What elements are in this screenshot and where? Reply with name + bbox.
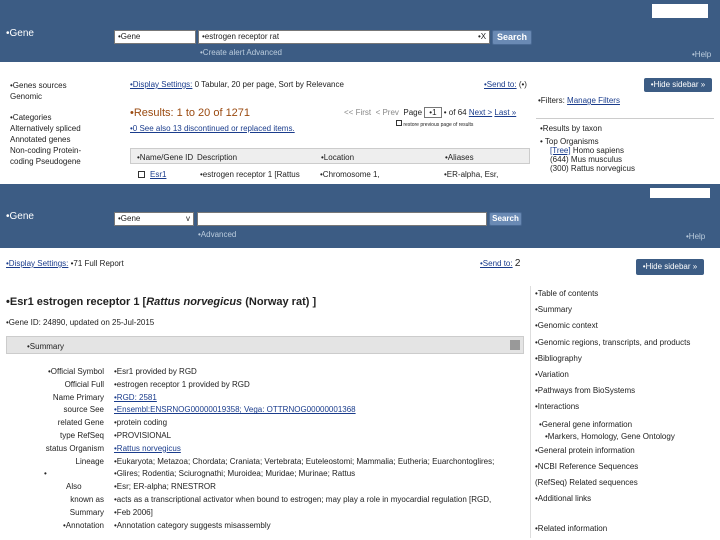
ensembl-link[interactable]: •Ensembl:ENSRNOG00000019358; Vega: OTTRN… bbox=[114, 404, 528, 417]
col-name[interactable]: •Name/Gene ID bbox=[137, 153, 193, 162]
last-page-link[interactable]: Last » bbox=[494, 108, 516, 117]
results-by-taxon-box: •Results by taxon • Top Organisms [Tree]… bbox=[536, 118, 714, 184]
toc-item[interactable]: •Related information bbox=[531, 521, 718, 537]
top-db-label: •Gene bbox=[6, 28, 34, 39]
row-checkbox[interactable] bbox=[138, 171, 145, 178]
summary-labels: •Official Symbol Official Full Name Prim… bbox=[44, 367, 104, 530]
see-also-link[interactable]: •0 See also 13 discontinued or replaced … bbox=[130, 124, 295, 133]
summary-values: •Esr1 provided by RGD •estrogen receptor… bbox=[114, 366, 528, 532]
top-clear-icon[interactable]: •X bbox=[478, 32, 486, 41]
taxon-item[interactable]: [Tree] Homo sapiens bbox=[536, 146, 714, 155]
bottom-db-select[interactable]: •Gene v bbox=[114, 212, 194, 226]
toc-item[interactable]: •General protein information bbox=[531, 443, 718, 459]
bottom-right-box bbox=[650, 188, 710, 198]
restore-checkbox[interactable] bbox=[396, 120, 402, 126]
bottom-help-link[interactable]: •Help bbox=[686, 232, 705, 241]
gene-id: •Gene ID: 24890, updated on 25-Jul-2015 bbox=[6, 318, 155, 327]
rgd-link[interactable]: •RGD: 2581 bbox=[114, 392, 528, 405]
bottom-hide-sidebar-button[interactable]: •Hide sidebar » bbox=[636, 259, 704, 275]
gene-name-link[interactable]: Esr1 bbox=[150, 170, 166, 179]
collapse-icon[interactable] bbox=[510, 340, 520, 350]
lineage-value-2: •Glires; Rodentia; Sciurognathi; Muroide… bbox=[114, 469, 356, 479]
table-row: Esr1 •estrogen receptor 1 [Rattus •Chrom… bbox=[130, 170, 530, 182]
top-help-link[interactable]: •Help bbox=[692, 50, 711, 59]
create-alert-link[interactable]: •Create alert bbox=[200, 48, 245, 57]
gene-title: •Esr1 estrogen receptor 1 [Rattus norveg… bbox=[6, 296, 317, 308]
top-sidebar-categories: •Categories Alternatively spliced Annota… bbox=[10, 113, 82, 166]
manage-filters-link[interactable]: Manage Filters bbox=[567, 96, 620, 105]
also-known-as-value: •Esr; ER-alpha; RNESTROR bbox=[114, 482, 216, 492]
toc-title: •Table of contents bbox=[535, 289, 599, 298]
gene-description: •estrogen receptor 1 [Rattus bbox=[200, 170, 300, 179]
bottom-db-label: •Gene bbox=[6, 211, 34, 222]
summary-header-title: •Summary bbox=[27, 342, 65, 351]
toc-item[interactable]: •Variation bbox=[531, 367, 718, 383]
restore-note: restore previous page of results bbox=[396, 120, 473, 128]
results-by-taxon-title: •Results by taxon bbox=[540, 124, 602, 133]
send-to-icon: (•) bbox=[518, 80, 527, 89]
bottom-search-input[interactable] bbox=[197, 212, 487, 226]
toc-item[interactable]: •General gene information bbox=[531, 419, 718, 431]
summary-text-2: •Feb 2006] bbox=[114, 507, 153, 517]
bottom-display-settings-link[interactable]: •Display Settings: bbox=[6, 259, 68, 268]
summary-header-bar[interactable]: •Summary bbox=[6, 336, 524, 354]
pager: << First < Prev Page •1 • of 64 Next > L… bbox=[344, 107, 517, 118]
bottom-send-to-icon: 2 bbox=[514, 258, 521, 269]
refseq-status-value: •PROVISIONAL bbox=[114, 430, 172, 440]
bottom-display-settings: •Display Settings: •71 Full Report bbox=[6, 259, 124, 268]
summary-text-1: •acts as a transcriptional activator whe… bbox=[114, 494, 492, 504]
gene-aliases: •ER-alpha, Esr, bbox=[444, 170, 499, 179]
official-full-name-value: •estrogen receptor 1 provided by RGD bbox=[114, 379, 250, 389]
next-page-link[interactable]: Next > bbox=[469, 108, 492, 117]
toc-item[interactable]: •Pathways from BioSystems bbox=[531, 383, 718, 399]
toc-item[interactable]: •Additional links bbox=[531, 491, 718, 507]
page-input[interactable]: •1 bbox=[424, 107, 442, 118]
toc-item[interactable]: •Summary bbox=[531, 302, 718, 318]
top-send-to[interactable]: •Send to: (•) bbox=[484, 80, 527, 89]
taxon-item[interactable]: (644) Mus musculus bbox=[536, 155, 714, 164]
col-description: Description bbox=[197, 153, 238, 162]
top-right-box bbox=[652, 4, 708, 18]
top-display-settings: •Display Settings: 0 Tabular, 20 per pag… bbox=[130, 80, 344, 89]
col-aliases: •Aliases bbox=[445, 153, 474, 162]
top-filters: •Filters: Manage Filters bbox=[538, 96, 620, 105]
toc-item[interactable]: (RefSeq) Related sequences bbox=[531, 475, 718, 491]
top-organisms-label: • Top Organisms bbox=[540, 137, 599, 146]
toc-item[interactable]: •Markers, Homology, Gene Ontology bbox=[531, 431, 718, 443]
gene-location: •Chromosome 1, bbox=[320, 170, 380, 179]
top-search-button[interactable]: Search bbox=[492, 30, 532, 45]
toc-item[interactable]: •NCBI Reference Sequences bbox=[531, 459, 718, 475]
prev-page-link[interactable]: < Prev bbox=[376, 108, 399, 117]
official-symbol-value: •Esr1 provided by RGD bbox=[114, 367, 197, 376]
annotation-value: •Annotation category suggests misassembl… bbox=[114, 520, 271, 530]
toc-item[interactable]: •Bibliography bbox=[531, 351, 718, 367]
bottom-search-button[interactable]: Search bbox=[489, 212, 522, 226]
top-db-select[interactable]: •Gene bbox=[114, 30, 196, 44]
display-settings-link[interactable]: •Display Settings: bbox=[130, 80, 192, 89]
results-count: •Results: 1 to 20 of 1271 bbox=[130, 107, 251, 119]
toc-item[interactable]: •Genomic context bbox=[531, 318, 718, 334]
first-page-link[interactable]: << First bbox=[344, 108, 371, 117]
toc-item[interactable]: •Genomic regions, transcripts, and produ… bbox=[531, 335, 718, 351]
toc-item[interactable]: •Interactions bbox=[531, 399, 718, 415]
bottom-send-to[interactable]: •Send to: 2 bbox=[480, 258, 520, 269]
top-hide-sidebar-button[interactable]: •Hide sidebar » bbox=[644, 78, 712, 92]
top-advanced-links: •Create alert Advanced bbox=[200, 48, 282, 57]
top-sidebar-sources: •Genes sources Genomic bbox=[10, 81, 67, 101]
table-of-contents: •Table of contents •Summary •Genomic con… bbox=[530, 286, 718, 538]
chevron-down-icon: v bbox=[186, 214, 190, 223]
bottom-advanced-link[interactable]: •Advanced bbox=[198, 230, 236, 239]
results-table-header: •Name/Gene ID Description •Location •Ali… bbox=[130, 148, 530, 164]
col-location: •Location bbox=[321, 153, 355, 162]
lineage-value-1: •Eukaryota; Metazoa; Chordata; Craniata;… bbox=[114, 456, 495, 466]
organism-link[interactable]: •Rattus norvegicus bbox=[114, 443, 528, 456]
top-search-input[interactable]: •estrogen receptor rat bbox=[198, 30, 490, 44]
gene-type-value: •protein coding bbox=[114, 418, 168, 428]
taxon-item[interactable]: (300) Rattus norvegicus bbox=[536, 164, 714, 173]
top-advanced-link[interactable]: Advanced bbox=[246, 48, 282, 57]
